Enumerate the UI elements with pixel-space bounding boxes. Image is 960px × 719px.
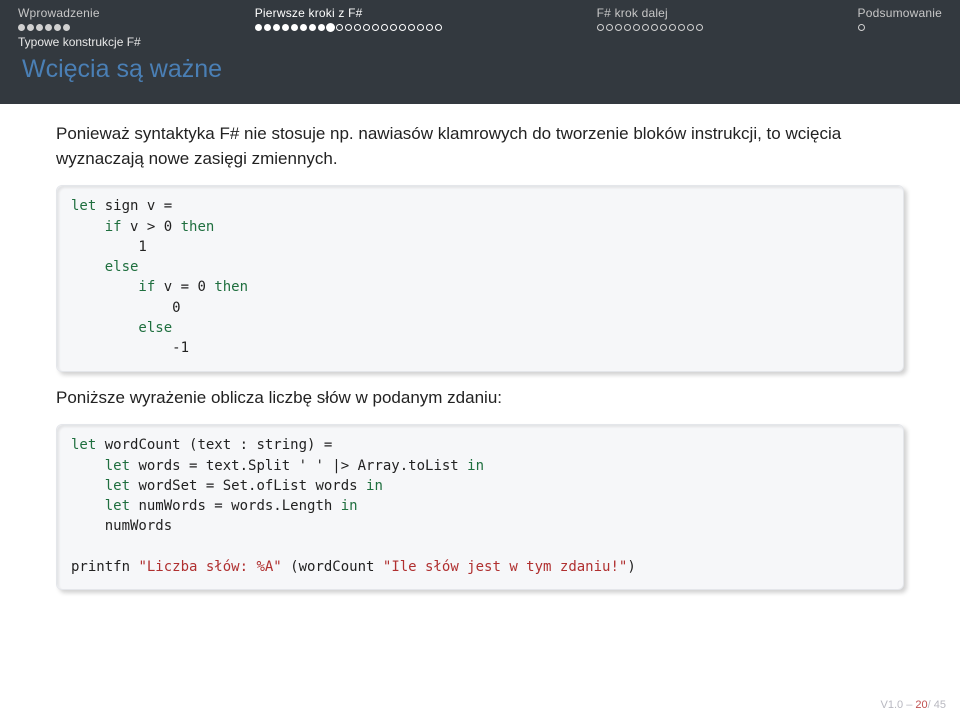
nav-section-first-steps[interactable]: Pierwsze kroki z F# bbox=[255, 6, 442, 31]
version: V1.0 – bbox=[881, 699, 916, 711]
code-block-sign: let sign v = if v > 0 then 1 else if v =… bbox=[56, 185, 904, 371]
slide-title: Wcięcia są ważne bbox=[0, 49, 960, 94]
code-block-wordcount: let wordCount (text : string) = let word… bbox=[56, 424, 904, 590]
page-total: 45 bbox=[934, 699, 946, 711]
nav-label: Pierwsze kroki z F# bbox=[255, 6, 363, 20]
nav-dots bbox=[597, 24, 703, 31]
nav-label: F# krok dalej bbox=[597, 6, 668, 20]
page-current: 20 bbox=[915, 699, 927, 711]
nav-section-summary[interactable]: Podsumowanie bbox=[858, 6, 942, 31]
subsection-label: Typowe konstrukcje F# bbox=[0, 31, 960, 49]
nav-label: Wprowadzenie bbox=[18, 6, 100, 20]
nav-dots bbox=[858, 24, 865, 31]
nav-dots bbox=[18, 24, 70, 31]
nav-label: Podsumowanie bbox=[858, 6, 942, 20]
nav-section-intro[interactable]: Wprowadzenie bbox=[18, 6, 100, 31]
nav-sections: Wprowadzenie Pierwsze kroki z F# F# krok… bbox=[0, 0, 960, 31]
nav-section-further[interactable]: F# krok dalej bbox=[597, 6, 703, 31]
slide-content: Ponieważ syntaktyka F# nie stosuje np. n… bbox=[0, 104, 960, 590]
paragraph-2: Poniższe wyrażenie oblicza liczbę słów w… bbox=[56, 386, 904, 411]
paragraph-1: Ponieważ syntaktyka F# nie stosuje np. n… bbox=[56, 122, 904, 171]
nav-dots bbox=[255, 24, 442, 31]
slide-footer: V1.0 – 20/ 45 bbox=[881, 699, 946, 711]
slide-header: Wprowadzenie Pierwsze kroki z F# F# krok… bbox=[0, 0, 960, 104]
